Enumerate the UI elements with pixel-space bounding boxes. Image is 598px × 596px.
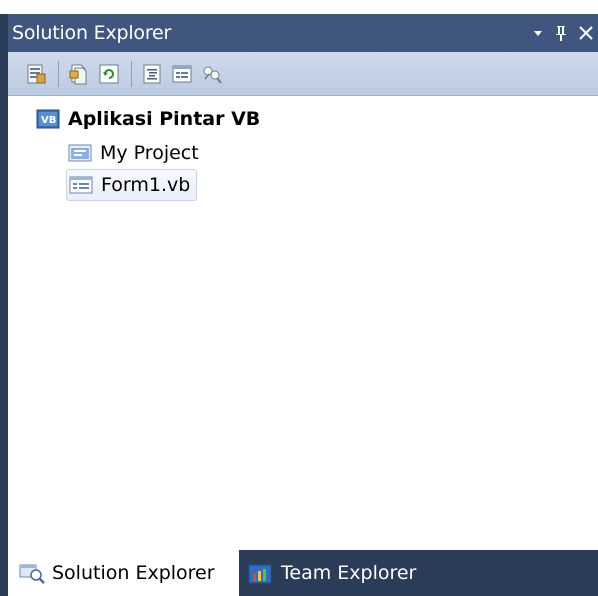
vb-project-icon: VB — [36, 107, 60, 131]
pin-icon[interactable] — [554, 24, 568, 42]
close-icon[interactable] — [578, 25, 594, 41]
view-code-icon[interactable] — [140, 62, 164, 86]
tab-solution-explorer[interactable]: Solution Explorer — [8, 550, 239, 596]
view-class-diagram-icon[interactable] — [200, 62, 224, 86]
solution-tree: VB Aplikasi Pintar VB My Project Form1.v… — [8, 96, 598, 550]
refresh-icon[interactable] — [97, 62, 121, 86]
tree-item-form1[interactable]: Form1.vb — [66, 169, 198, 201]
toolbar — [8, 52, 598, 96]
dropdown-icon[interactable] — [532, 27, 544, 39]
bottom-tabs: Solution Explorer Team Explorer — [8, 550, 598, 596]
top-strip — [0, 0, 598, 14]
toolbar-separator — [58, 60, 59, 87]
tree-root-label: Aplikasi Pintar VB — [68, 108, 261, 130]
window-title: Solution Explorer — [12, 22, 172, 44]
tree-item-label: Form1.vb — [101, 174, 191, 196]
tree-item-my-project[interactable]: My Project — [68, 138, 199, 168]
view-designer-icon[interactable] — [170, 62, 194, 86]
team-explorer-icon — [247, 560, 275, 586]
toolbar-separator — [131, 60, 132, 87]
tab-label: Team Explorer — [281, 562, 417, 584]
properties-icon[interactable] — [24, 62, 48, 86]
title-controls — [532, 14, 598, 52]
tree-root-project[interactable]: VB Aplikasi Pintar VB — [36, 104, 260, 134]
solution-explorer-window: Solution Explorer VB Aplikasi Pintar VB … — [0, 0, 598, 596]
form-icon — [69, 173, 93, 197]
my-project-icon — [68, 141, 92, 165]
tab-label: Solution Explorer — [52, 562, 215, 584]
tree-item-label: My Project — [100, 142, 199, 164]
tab-team-explorer[interactable]: Team Explorer — [239, 550, 459, 596]
svg-text:VB: VB — [41, 115, 56, 126]
solution-explorer-icon — [18, 560, 46, 586]
show-all-files-icon[interactable] — [67, 62, 91, 86]
title-bar[interactable]: Solution Explorer — [8, 14, 598, 52]
